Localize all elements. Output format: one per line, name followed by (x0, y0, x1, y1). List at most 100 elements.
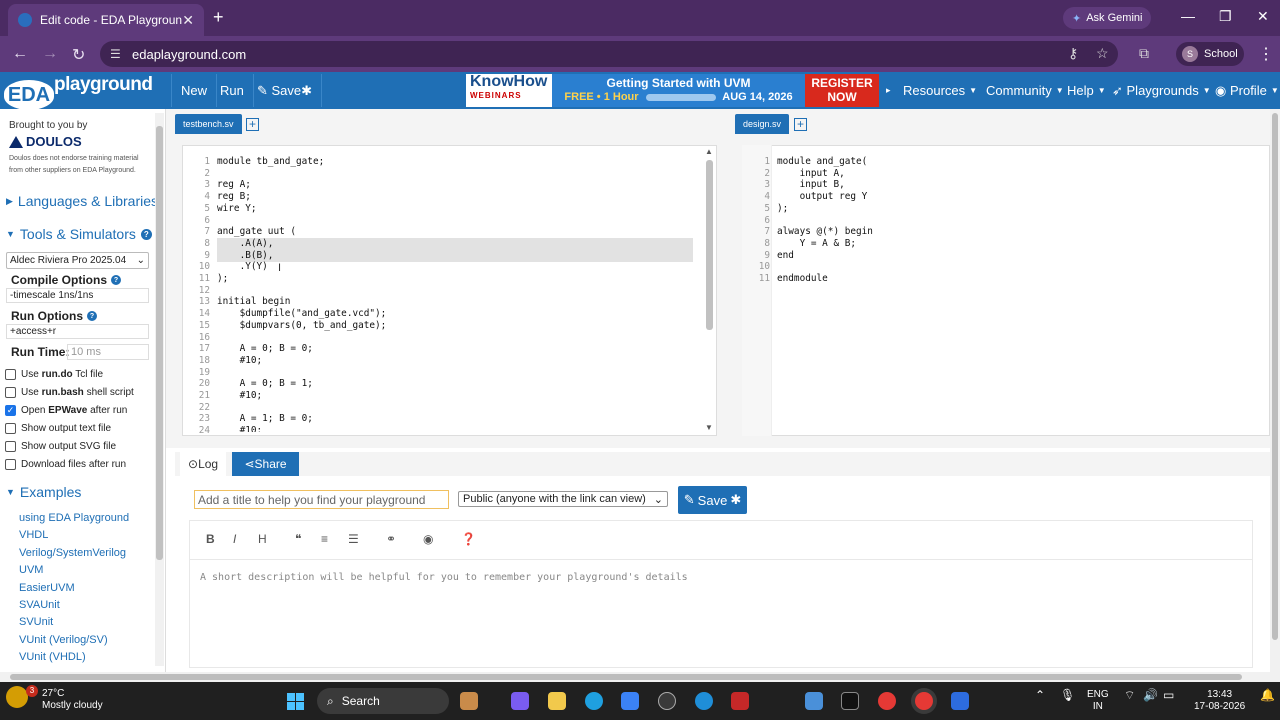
scroll-down-icon[interactable]: ▼ (705, 423, 713, 432)
code-line[interactable]: A = 1; B = 0; (217, 413, 386, 425)
example-link[interactable]: VUnit (VHDL) (19, 651, 86, 663)
eda-playground-logo[interactable]: EDA playground (4, 74, 164, 110)
close-window-icon[interactable]: ✕ (1257, 8, 1269, 25)
quote-icon[interactable]: ❝ (295, 532, 301, 546)
tools-simulators-section[interactable]: ▼ Tools & Simulators? (6, 226, 152, 242)
code-line[interactable]: .A(A), (217, 238, 386, 250)
forward-icon[interactable]: → (42, 45, 58, 63)
hp-icon[interactable] (658, 692, 676, 710)
tab-share[interactable]: ⋖ Share (232, 452, 299, 476)
code-line[interactable] (217, 332, 386, 344)
code-line[interactable]: input A, (777, 168, 873, 180)
code-line[interactable]: module and_gate( (777, 156, 873, 168)
bold-icon[interactable]: B (206, 532, 215, 546)
sidebar-checkbox-row[interactable]: ✓ Open EPWave after run (5, 405, 127, 416)
profile-menu[interactable]: ◉ Profile ▼ (1215, 74, 1279, 107)
code-line[interactable]: #10; (217, 355, 386, 367)
horizontal-scroll-thumb[interactable] (10, 674, 1242, 680)
reload-icon[interactable]: ↻ (72, 45, 85, 65)
edge-icon[interactable] (585, 692, 603, 710)
code-line[interactable]: .Y(Y) (217, 261, 386, 273)
help-icon[interactable]: ? (87, 311, 97, 321)
back-icon[interactable]: ← (12, 45, 28, 63)
example-link[interactable]: SVUnit (19, 616, 53, 628)
new-tab-button[interactable]: + (213, 8, 224, 26)
example-link[interactable]: using EDA Playground (19, 512, 129, 524)
doulos-logo[interactable]: DOULOS (9, 134, 82, 149)
heading-icon[interactable]: H (258, 532, 267, 546)
testbench-code[interactable]: module tb_and_gate; reg A; reg B; wire Y; an… (217, 156, 386, 432)
browser-tab[interactable]: Edit code - EDA Playground ✕ (8, 4, 204, 36)
example-link[interactable]: EasierUVM (19, 582, 75, 594)
guide-help-icon[interactable]: ❓ (461, 532, 476, 546)
code-line[interactable]: reg A; (217, 179, 386, 191)
app-icon[interactable] (951, 692, 969, 710)
browser-menu-icon[interactable]: ⋮ (1258, 44, 1274, 64)
battery-icon[interactable]: ▭ (1163, 689, 1174, 701)
copilot-icon[interactable] (511, 692, 529, 710)
code-line[interactable]: output reg Y (777, 191, 873, 203)
simulator-select[interactable]: Aldec Riviera Pro 2025.04 ⌄ (6, 252, 149, 269)
mcafee-icon[interactable] (731, 692, 749, 710)
tab-log[interactable]: ⊙ Log (180, 452, 227, 476)
code-line[interactable] (217, 285, 386, 297)
code-line[interactable]: and_gate uut ( (217, 226, 386, 238)
store-icon[interactable] (621, 692, 639, 710)
code-line[interactable]: wire Y; (217, 203, 386, 215)
chrome-icon[interactable] (878, 692, 896, 710)
mic-icon[interactable]: 🎙 (1060, 689, 1075, 701)
ask-gemini-button[interactable]: ✦ Ask Gemini (1063, 7, 1152, 29)
maximize-icon[interactable]: ❐ (1219, 8, 1232, 25)
code-line[interactable]: ); (777, 203, 873, 215)
run-time-input[interactable]: 10 ms (67, 344, 149, 360)
code-line[interactable] (777, 215, 873, 227)
checkbox[interactable]: ✓ (5, 405, 16, 416)
profile-chip[interactable]: S School (1176, 42, 1244, 66)
sidebar-checkbox-row[interactable]: Show output SVG file (5, 441, 116, 452)
register-now-button[interactable]: REGISTER NOW (805, 74, 879, 107)
example-link[interactable]: VUnit (Verilog/SV) (19, 634, 108, 646)
help-app-icon[interactable] (695, 692, 713, 710)
code-line[interactable]: input B, (777, 179, 873, 191)
sidebar-scroll-thumb[interactable] (156, 126, 163, 560)
code-line[interactable]: end (777, 250, 873, 262)
code-line[interactable] (217, 402, 386, 414)
widget-icon[interactable] (460, 692, 478, 710)
languages-libraries-section[interactable]: ▶ Languages & Libraries (6, 193, 158, 209)
playgrounds-menu[interactable]: ➶ Playgrounds ▼ (1112, 74, 1211, 107)
examples-section[interactable]: ▼ Examples (6, 484, 81, 500)
close-tab-icon[interactable]: ✕ (182, 12, 194, 29)
url-field[interactable]: ☰ edaplayground.com (100, 41, 1118, 67)
sidebar-checkbox-row[interactable]: Show output text file (5, 423, 111, 434)
code-line[interactable]: A = 0; B = 1; (217, 378, 386, 390)
weather-icon[interactable] (6, 686, 28, 708)
bullet-list-icon[interactable]: ≡ (321, 532, 328, 546)
sidebar-checkbox-row[interactable]: Use run.bash shell script (5, 387, 134, 398)
code-line[interactable]: reg B; (217, 191, 386, 203)
code-line[interactable]: $dumpfile("and_gate.vcd"); (217, 308, 387, 320)
add-file-right-icon[interactable]: + (794, 118, 807, 131)
terminal-icon[interactable] (841, 692, 859, 710)
preview-eye-icon[interactable]: ◉ (423, 532, 433, 546)
file-explorer-icon[interactable] (548, 692, 566, 710)
example-link[interactable]: SVAUnit (19, 599, 60, 611)
help-icon[interactable]: ? (140, 228, 152, 240)
code-line[interactable]: Y = A & B; (777, 238, 873, 250)
numbered-list-icon[interactable]: ☰ (348, 532, 359, 546)
taskbar-search[interactable]: ⌕ Search (317, 688, 449, 714)
webinar-banner[interactable]: KnowHow WEBINARS Getting Started with UV… (466, 74, 879, 107)
tab-testbench[interactable]: testbench.sv (175, 114, 242, 134)
site-info-icon[interactable]: ☰ (110, 47, 121, 61)
link-icon[interactable]: ⚭ (386, 532, 396, 546)
volume-icon[interactable]: 🔊 (1143, 689, 1158, 701)
checkbox[interactable] (5, 369, 16, 380)
chrome-active-icon[interactable] (915, 692, 933, 710)
notepad-icon[interactable] (805, 692, 823, 710)
code-line[interactable] (777, 261, 873, 273)
clock[interactable]: 13:43 17-08-2026 (1194, 689, 1245, 713)
italic-icon[interactable]: I (233, 532, 236, 546)
page-scroll-thumb[interactable] (1272, 113, 1278, 640)
tray-overflow-icon[interactable]: ⌃ (1035, 689, 1045, 701)
checkbox[interactable] (5, 441, 16, 452)
code-line[interactable]: initial begin (217, 296, 386, 308)
